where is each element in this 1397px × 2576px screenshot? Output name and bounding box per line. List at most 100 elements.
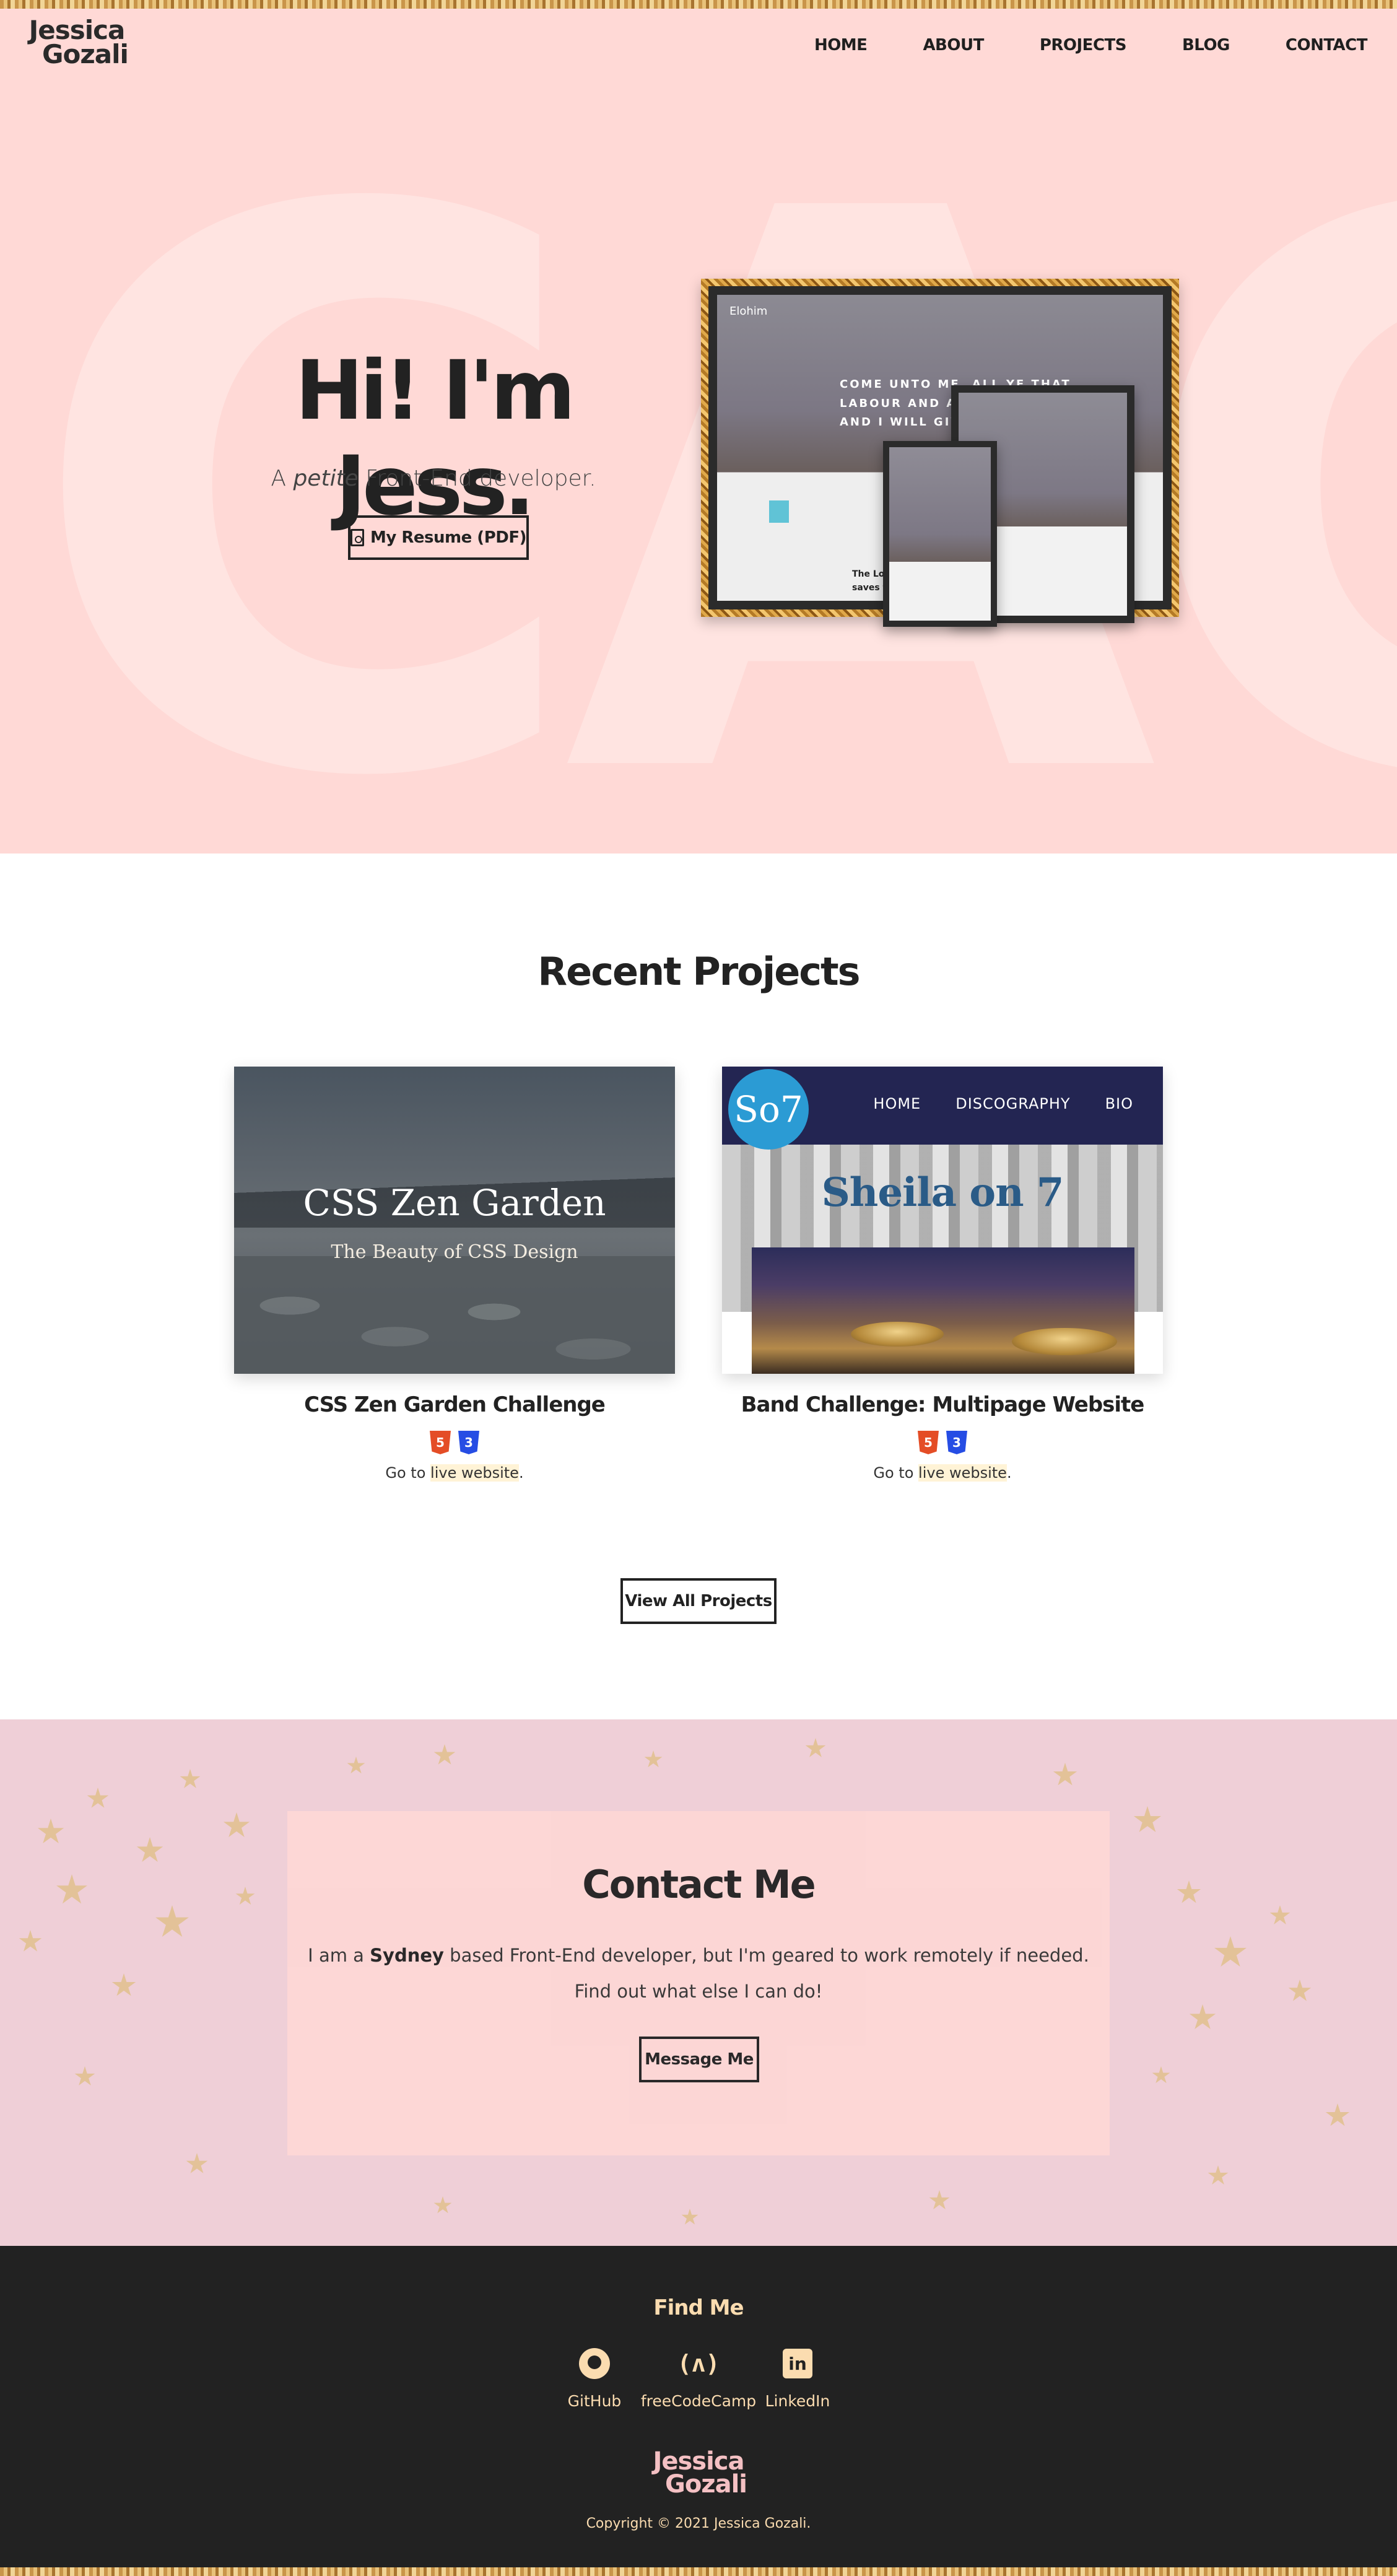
logo-line2: Gozali [42,38,129,69]
band-nav-links: HOME DISCOGRAPHY BIO [873,1095,1133,1112]
project-thumbnail-band[interactable]: HOME DISCOGRAPHY BIO So7 Sheila on 7 [722,1067,1163,1374]
footer-logo[interactable]: Jessica Gozali [649,2449,748,2499]
project-tech-icons: 5 3 [234,1431,675,1454]
contact-text-line2: Find out what else I can do! [574,1981,823,2002]
star-decoration [235,1887,255,1905]
star-decoration [37,1818,64,1844]
html5-icon: 5 [918,1431,939,1454]
github-mark [579,2348,610,2379]
star-decoration [681,2209,698,2225]
star-decoration [186,2153,208,2173]
hero-subtitle: A petite Front-End developer. [223,466,644,491]
file-pdf-icon [350,529,365,546]
linkedin-label: LinkedIn [765,2392,830,2410]
find-me-heading: Find Me [653,2295,744,2320]
nav-blog[interactable]: BLOG [1182,36,1230,55]
star-decoration [87,1788,109,1808]
message-me-button[interactable]: Message Me [639,2037,759,2082]
band-nav-discography: DISCOGRAPHY [955,1095,1071,1112]
star-decoration [136,1837,163,1862]
star-decoration [929,2190,950,2209]
star-decoration [1325,2103,1350,2126]
site-footer: Find Me GitHub (ʌ) freeCodeCamp in Linke… [0,2246,1397,2567]
cymbal-image [851,1322,944,1347]
star-decoration [644,1750,663,1768]
freecodecamp-mark: (ʌ) [677,2350,720,2377]
contact-city: Sydney [370,1945,444,1966]
link-suffix: . [1006,1464,1012,1482]
github-link[interactable]: GitHub [564,2346,625,2410]
css3-icon: 3 [458,1431,479,1454]
project-live-link-text: Go to live website. [722,1464,1163,1482]
project-title-band[interactable]: Band Challenge: Multipage Website [722,1392,1163,1417]
copyright-text: Copyright © 2021 Jessica Gozali. [586,2516,811,2531]
linkedin-icon: in [780,2346,815,2381]
freecodecamp-link[interactable]: (ʌ) freeCodeCamp [637,2346,760,2410]
mockup-brand: Elohim [729,305,768,318]
star-decoration [1208,2165,1229,2185]
contact-panel: Contact Me I am a Sydney based Front-End… [287,1811,1110,2155]
nav-projects[interactable]: PROJECTS [1040,36,1127,55]
project-live-link-text: Go to live website. [234,1464,675,1482]
live-website-link[interactable]: live website [918,1464,1007,1482]
view-all-projects-button[interactable]: View All Projects [620,1578,777,1624]
resume-button-label: My Resume (PDF) [370,528,526,547]
star-decoration [433,2196,452,2214]
nav-about[interactable]: ABOUT [923,36,984,55]
link-suffix: . [518,1464,524,1482]
star-decoration [19,1930,42,1952]
star-decoration [1152,2066,1170,2084]
band-logo: So7 [728,1069,809,1150]
nav-home[interactable]: HOME [814,36,868,55]
mockup-calendar-icon [769,500,789,523]
star-decoration [1177,1880,1201,1903]
contact-section: Contact Me I am a Sydney based Front-End… [0,1719,1397,2246]
freecodecamp-icon: (ʌ) [677,2346,720,2381]
site-logo[interactable]: Jessica Gozali [27,17,129,69]
zen-thumb-title: CSS Zen Garden [303,1182,606,1224]
html5-icon: 5 [430,1431,451,1454]
freecodecamp-label: freeCodeCamp [640,2392,757,2410]
link-prefix: Go to [873,1464,919,1482]
hero-section: CAGC Jessica Gozali HOME ABOUT PROJECTS … [0,9,1397,854]
zen-stones-image [234,1256,675,1374]
star-decoration [347,1757,365,1774]
mockup-phone [883,441,997,627]
star-decoration [111,1973,136,1996]
hero-subtitle-suffix: Front-End developer. [358,466,596,491]
star-decoration [180,1769,201,1788]
project-title-zen-garden[interactable]: CSS Zen Garden Challenge [234,1392,675,1417]
contact-text-line1: I am a Sydney based Front-End developer,… [287,1945,1110,1966]
star-decoration [74,2066,95,2085]
project-tech-icons: 5 3 [722,1431,1163,1454]
star-decoration [433,1744,456,1765]
star-decoration [1053,1763,1077,1786]
linkedin-mark: in [783,2349,812,2378]
band-thumb-title: Sheila on 7 [821,1169,1064,1216]
github-label: GitHub [567,2392,622,2410]
glitter-border-top [0,0,1397,9]
band-nav-bio: BIO [1105,1095,1133,1112]
resume-button[interactable]: My Resume (PDF) [348,515,529,560]
footer-logo-line2: Gozali [664,2469,747,2499]
github-icon [577,2346,612,2381]
hero-title: Hi! I'm Jess. [295,343,576,534]
linkedin-link[interactable]: in LinkedIn [765,2346,830,2410]
star-decoration [1269,1905,1290,1924]
nav-contact[interactable]: CONTACT [1286,36,1368,55]
star-decoration [1189,2004,1216,2030]
star-decoration [223,1812,250,1838]
main-nav: HOME ABOUT PROJECTS BLOG CONTACT [759,36,1368,55]
css3-icon: 3 [946,1431,967,1454]
project-thumbnail-zen-garden[interactable]: CSS Zen Garden The Beauty of CSS Design [234,1067,675,1374]
mockup-phone-screen [889,447,991,621]
contact-line1-prefix: I am a [308,1945,370,1966]
recent-projects-title: Recent Projects [537,949,860,994]
band-nav-home: HOME [873,1095,921,1112]
link-prefix: Go to [385,1464,431,1482]
live-website-link[interactable]: live website [430,1464,519,1482]
hero-device-mockup: Elohim COME UNTO ME, ALL YE THAT LABOUR … [701,279,1179,627]
star-decoration [1133,1806,1162,1832]
hero-subtitle-emphasis: petite [293,466,359,491]
hero-subtitle-prefix: A [271,466,294,491]
